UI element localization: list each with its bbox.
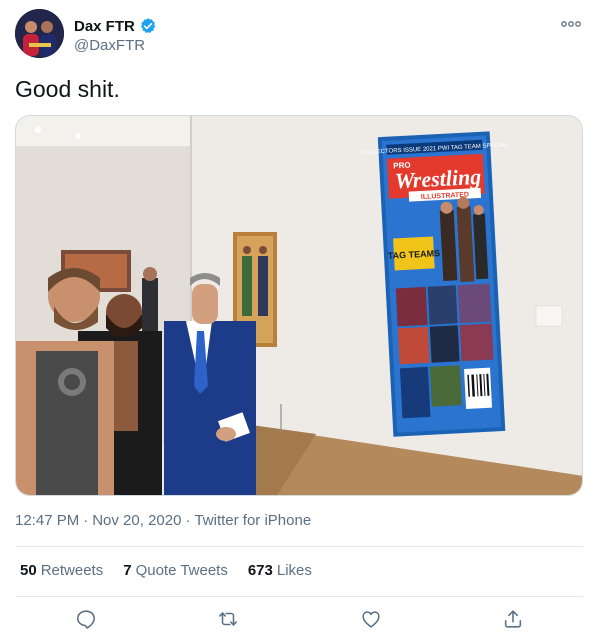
divider [15,546,583,547]
likes-label: Likes [276,562,312,579]
tweet-header: Dax FTR @DaxFTR [15,9,583,61]
display-name[interactable]: Dax FTR [74,18,135,35]
retweet-icon[interactable] [215,606,241,632]
quotes-count: 7 [123,562,132,579]
meta-separator: · [83,512,89,529]
author-names: Dax FTR @DaxFTR [74,16,157,54]
reply-icon[interactable] [73,606,99,632]
tweet-date[interactable]: Nov 20, 2020 [92,512,181,529]
retweets-count: 50 [20,562,37,579]
tweet-text: Good shit. [15,76,120,102]
share-icon[interactable] [500,606,526,632]
more-icon[interactable] [559,14,583,34]
meta-separator: · [185,512,191,529]
likes-stat[interactable]: 673 Likes [248,562,312,579]
handle[interactable]: @DaxFTR [74,37,157,54]
quotes-stat[interactable]: 7 Quote Tweets [123,562,228,579]
action-bar [15,604,583,636]
tweet-stats: 50 Retweets 7 Quote Tweets 673 Likes [20,562,332,579]
quotes-label: Quote Tweets [135,562,228,579]
retweets-label: Retweets [40,562,104,579]
verified-badge-icon [139,17,157,35]
tweet-meta: 12:47 PM · Nov 20, 2020 · Twitter for iP… [15,512,311,529]
tweet-source[interactable]: Twitter for iPhone [194,512,311,529]
like-icon[interactable] [358,606,384,632]
tweet-image[interactable]: COLLECTORS ISSUE 2021 PWI TAG TEAM SPECI… [15,115,583,496]
likes-count: 673 [247,562,273,579]
divider [15,596,583,597]
retweets-stat[interactable]: 50 Retweets [20,562,103,579]
tweet-time[interactable]: 12:47 PM [15,512,79,529]
avatar[interactable] [15,9,64,58]
